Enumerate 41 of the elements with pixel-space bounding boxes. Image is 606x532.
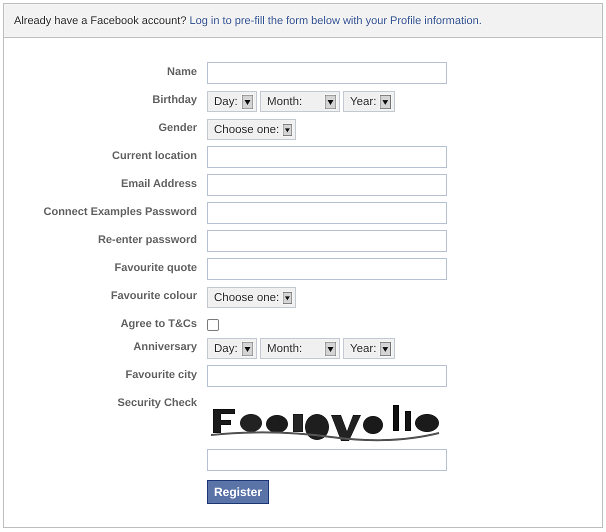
caret-icon bbox=[380, 342, 391, 356]
field-label: Email Address bbox=[120, 177, 197, 190]
caret-icon bbox=[283, 290, 292, 304]
login-link[interactable]: Log in to pre-fill the form below with your Profile information. bbox=[190, 14, 482, 26]
input-field[interactable] bbox=[207, 230, 447, 252]
input-field[interactable] bbox=[207, 449, 447, 471]
field-label: Gender bbox=[157, 121, 197, 134]
field-label: Favourite quote bbox=[113, 261, 197, 274]
field-label: Name bbox=[166, 65, 197, 78]
caret-icon bbox=[242, 342, 253, 356]
field-label: Agree to T&Cs bbox=[120, 317, 197, 330]
dropdown[interactable]: Month: bbox=[260, 338, 340, 359]
dropdown[interactable]: Year: bbox=[343, 338, 395, 359]
caret-icon bbox=[283, 122, 292, 136]
field-label: Connect Examples Password bbox=[42, 205, 197, 218]
dropdown[interactable]: Day: bbox=[207, 91, 257, 112]
dropdown[interactable]: Choose one: bbox=[207, 119, 296, 140]
field-label: Favourite colour bbox=[110, 289, 197, 302]
input-field[interactable] bbox=[207, 258, 447, 280]
field-label: Security Check bbox=[116, 396, 197, 409]
input-field[interactable] bbox=[207, 146, 447, 168]
field-label: Re-enter password bbox=[96, 233, 197, 246]
caret-icon bbox=[380, 94, 391, 108]
dropdown[interactable]: Year: bbox=[343, 91, 395, 112]
caret-icon bbox=[325, 94, 336, 108]
input-field[interactable] bbox=[207, 62, 447, 84]
field-label: Favourite city bbox=[124, 368, 197, 381]
dropdown[interactable]: Day: bbox=[207, 338, 257, 359]
field-label: Anniversary bbox=[132, 340, 197, 353]
notice-text: Already have a Facebook account? bbox=[14, 14, 186, 26]
dropdown[interactable]: Month: bbox=[260, 91, 340, 112]
field-label: Birthday bbox=[151, 93, 197, 106]
input-field[interactable] bbox=[207, 365, 447, 387]
dropdown[interactable]: Choose one: bbox=[207, 287, 296, 308]
checkbox[interactable] bbox=[207, 319, 219, 331]
caret-icon bbox=[242, 94, 253, 108]
input-field[interactable] bbox=[207, 174, 447, 196]
register-button[interactable]: Register bbox=[207, 480, 270, 504]
field-label: Current location bbox=[111, 149, 197, 162]
caret-icon bbox=[325, 342, 336, 356]
input-field[interactable] bbox=[207, 202, 447, 224]
